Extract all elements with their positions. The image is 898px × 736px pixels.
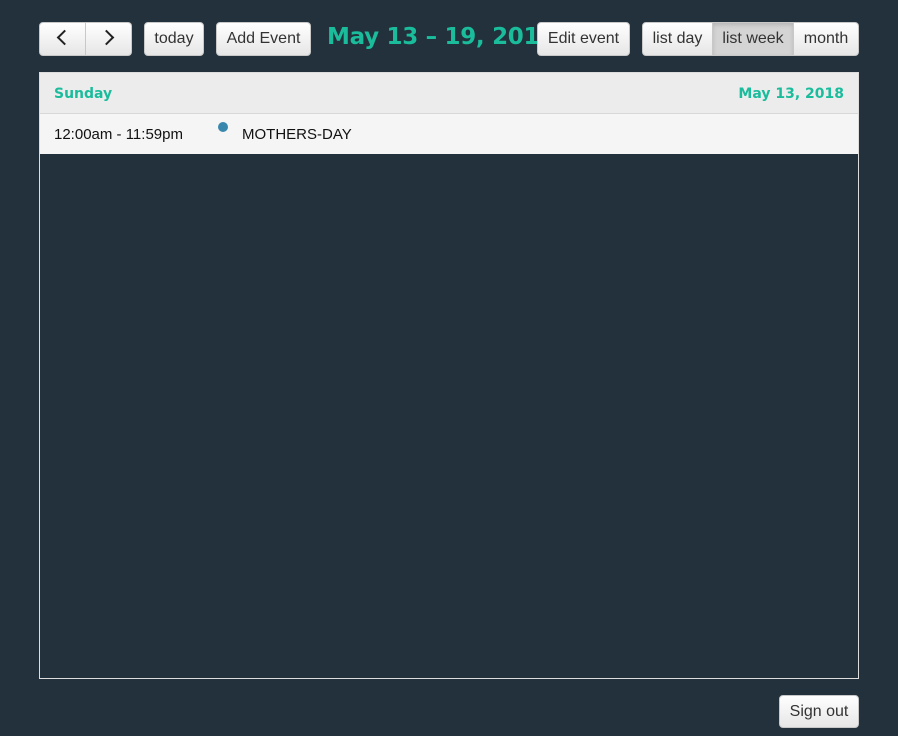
event-row[interactable]: 12:00am - 11:59pm MOTHERS-DAY [40,114,858,154]
view-list-day-button[interactable]: list day [642,22,713,56]
list-day-header: Sunday May 13, 2018 [40,73,858,114]
next-button[interactable] [86,22,132,56]
day-name[interactable]: Sunday [54,73,112,115]
calendar-app: today Add Event May 13 – 19, 2018 Edit e… [0,0,898,736]
view-list-week-button[interactable]: list week [713,22,794,56]
sign-out-button[interactable]: Sign out [779,695,859,728]
chevron-left-icon [56,29,73,46]
edit-event-button[interactable]: Edit event [537,22,630,56]
prev-button[interactable] [39,22,86,56]
today-button[interactable]: today [144,22,204,56]
chevron-right-icon [98,29,115,46]
day-date[interactable]: May 13, 2018 [738,73,844,115]
list-week-view: Sunday May 13, 2018 12:00am - 11:59pm MO… [39,72,859,679]
event-dot-icon [218,122,228,132]
add-event-button[interactable]: Add Event [216,22,311,56]
view-month-button[interactable]: month [794,22,859,56]
page-title: May 13 – 19, 2018 [327,24,555,50]
event-time: 12:00am - 11:59pm [54,126,183,143]
calendar-toolbar: today Add Event May 13 – 19, 2018 Edit e… [39,22,859,56]
event-title[interactable]: MOTHERS-DAY [242,114,352,156]
